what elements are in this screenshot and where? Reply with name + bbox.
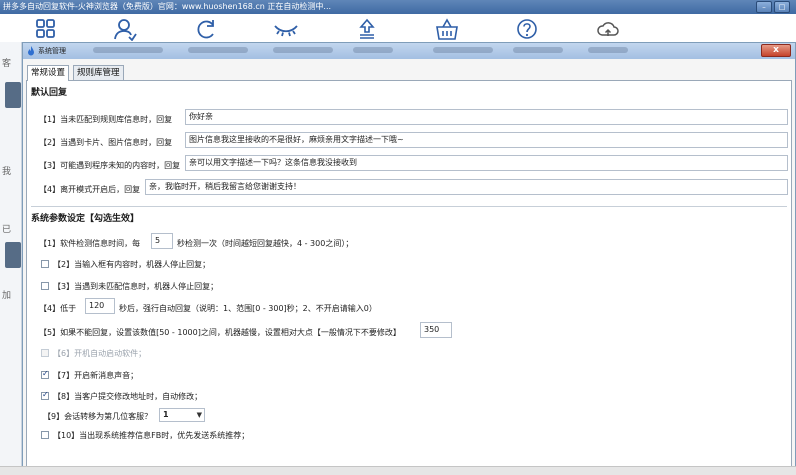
param-8-checkbox[interactable]	[41, 390, 49, 400]
reply-2-input[interactable]: 图片信息我这里接收的不是很好，麻烦亲用文字描述一下哦~	[185, 132, 788, 148]
background-label: 客	[2, 59, 12, 69]
reply-1-label: 【1】当未匹配到规则库信息时，回复	[39, 115, 173, 124]
avatar	[5, 242, 21, 268]
blurred-background-text	[353, 47, 393, 53]
blurred-background-text	[273, 47, 333, 53]
help-icon[interactable]	[514, 17, 540, 41]
reply-4-input[interactable]: 亲，我临时开，稍后我留言给您谢谢支持！	[145, 179, 788, 195]
tab-rule-library[interactable]: 规则库管理	[73, 65, 124, 80]
background-sidebar: 客 我 已 加	[0, 42, 22, 475]
avatar	[5, 82, 21, 108]
grid-icon[interactable]	[33, 17, 59, 41]
basket-icon[interactable]	[434, 17, 460, 41]
agent-number-select[interactable]: 1 ▼	[159, 408, 205, 422]
param-4-suffix: 秒后，强行自动回复（说明：1、范围[0 - 300]秒；2、不开启请输入0）	[119, 304, 377, 313]
dialog-title: 系统管理	[38, 47, 66, 55]
toolbar	[0, 14, 796, 42]
blurred-background-text	[433, 47, 493, 53]
param-10-checkbox[interactable]	[41, 431, 49, 439]
machine-speed-input[interactable]: 350	[420, 322, 452, 338]
param-8-label: 【8】当客户提交修改地址时，自动修改；	[53, 392, 203, 401]
reply-3-input[interactable]: 亲可以用文字描述一下吗？这条信息我没接收到	[185, 155, 788, 171]
param-2-label: 【2】当输入框有内容时，机器人停止回复；	[53, 260, 211, 269]
param-3-label: 【3】当遇到未匹配信息时，机器人停止回复；	[53, 282, 219, 291]
section-title-default-reply: 默认回复	[31, 88, 68, 98]
chevron-down-icon: ▼	[196, 411, 202, 419]
background-label: 已	[2, 225, 12, 235]
restore-button[interactable]: □	[774, 1, 790, 13]
dialog-title-bar: 系统管理 x	[23, 43, 795, 59]
blurred-background-text	[588, 47, 628, 53]
reply-4-label: 【4】离开模式开启后，回复	[39, 185, 141, 194]
param-7-label: 【7】开启新消息声音；	[53, 371, 139, 380]
background-label: 我	[2, 167, 12, 177]
cloud-icon[interactable]	[595, 17, 621, 41]
refresh-icon[interactable]	[193, 17, 219, 41]
param-4-label: 【4】低于	[39, 304, 77, 313]
param-3-checkbox[interactable]	[41, 282, 49, 290]
reply-1-input[interactable]: 你好亲	[185, 109, 788, 125]
system-settings-dialog: 系统管理 x 常规设置 规则库管理 默认回复 【1】当未匹配到规则库信息时，回复…	[22, 42, 796, 475]
param-10-label: 【10】当出现系统推荐信息FB时，优先发送系统推荐；	[53, 431, 250, 440]
detect-interval-input[interactable]: 5	[151, 233, 173, 249]
window-controls: – □	[756, 1, 790, 13]
section-title-system-params: 系统参数设定【勾选生效】	[31, 214, 140, 224]
status-strip	[0, 466, 796, 475]
param-9-label: 【9】会话转移为第几位客服？	[43, 412, 153, 421]
reply-3-label: 【3】可能遇到程序未知的内容时，回复	[39, 161, 181, 170]
minimize-button[interactable]: –	[756, 1, 772, 13]
blurred-background-text	[513, 47, 563, 53]
section-divider	[31, 206, 787, 207]
agent-number-value: 1	[163, 410, 169, 419]
eye-closed-icon[interactable]	[273, 17, 299, 41]
general-settings-panel: 默认回复 【1】当未匹配到规则库信息时，回复 你好亲 【2】当遇到卡片、图片信息…	[26, 80, 792, 473]
param-6-label: 【6】开机自动启动软件；	[53, 349, 147, 358]
blurred-background-text	[93, 47, 163, 53]
close-button[interactable]: x	[761, 44, 791, 57]
param-1-suffix: 秒检测一次（时间越短回复越快，4 - 300之间）；	[177, 239, 354, 248]
tab-general-settings[interactable]: 常规设置	[27, 65, 70, 81]
upload-icon[interactable]	[354, 17, 380, 41]
app-title: 拼多多自动回复软件-火神浏览器（免费版）官网：www.huoshen168.cn…	[3, 2, 332, 11]
app-title-bar: 拼多多自动回复软件-火神浏览器（免费版）官网：www.huoshen168.cn…	[0, 0, 796, 14]
reply-2-label: 【2】当遇到卡片、图片信息时，回复	[39, 138, 173, 147]
force-reply-seconds-input[interactable]: 120	[85, 298, 115, 314]
blurred-background-text	[188, 47, 248, 53]
param-1-label: 【1】软件检测信息时间，每	[39, 239, 141, 248]
flame-icon	[28, 46, 34, 56]
background-label: 加	[2, 291, 12, 301]
user-icon[interactable]	[112, 17, 138, 42]
param-5-label: 【5】如果不能回复，设置该数值[50 - 1000]之间，机器越慢，设置相对大点…	[39, 328, 401, 337]
param-6-checkbox	[41, 349, 49, 357]
param-2-checkbox[interactable]	[41, 260, 49, 268]
param-7-checkbox[interactable]	[41, 369, 49, 379]
